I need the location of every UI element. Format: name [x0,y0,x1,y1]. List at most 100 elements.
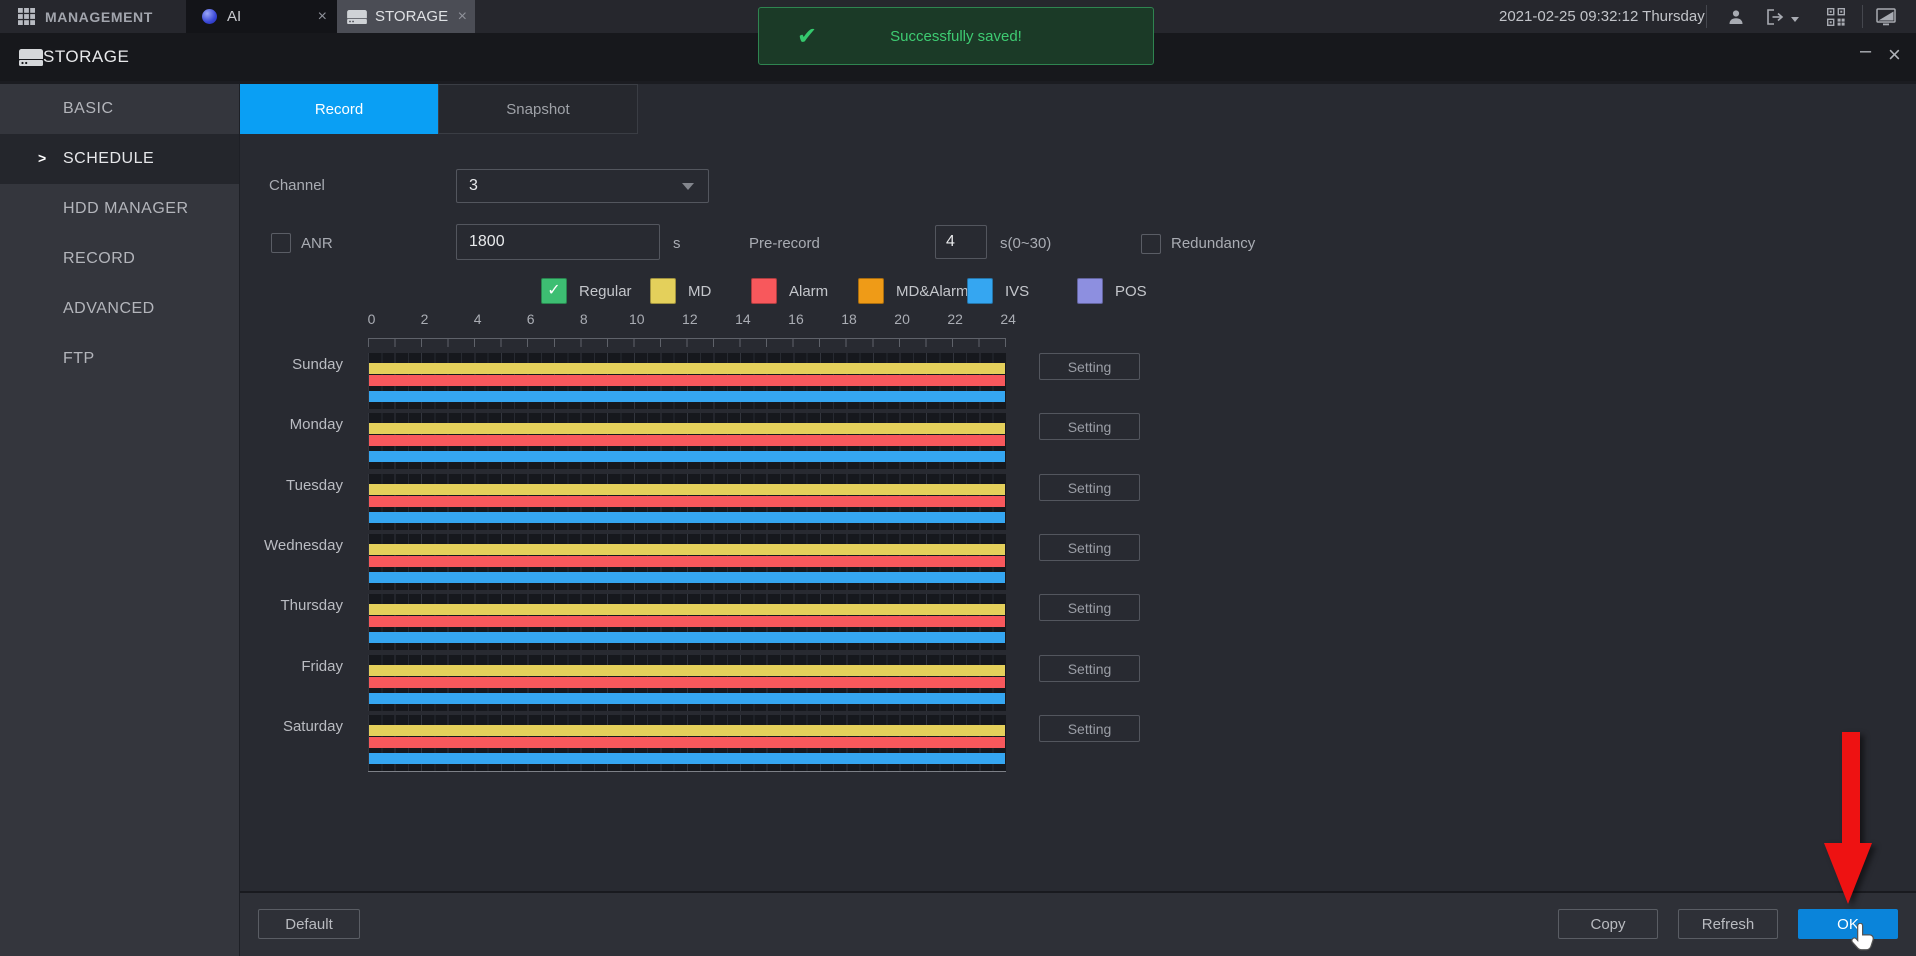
axis-tick-label: 8 [580,311,588,327]
sidebar-item-hdd-manager[interactable]: >HDD MANAGER [0,184,240,234]
ai-icon [202,9,217,24]
ai-tab-close-icon[interactable]: × [318,9,327,25]
storage-tab-close-icon[interactable]: × [458,9,467,25]
legend-checkbox-md[interactable] [650,278,676,304]
footer-bar [240,891,1916,956]
axis-tick-label: 14 [735,311,751,327]
legend-checkbox-md-alarm[interactable] [858,278,884,304]
schedule-track-wednesday[interactable] [368,534,1006,590]
active-item-arrow-icon: > [38,134,46,184]
sidebar-item-label: FTP [63,334,95,384]
top-tab-storage[interactable]: STORAGE × [337,0,475,33]
toast-message: Successfully saved! [759,8,1153,64]
logout-button[interactable] [1766,0,1799,33]
time-ruler [368,338,1006,347]
tab-snapshot[interactable]: Snapshot [438,84,638,134]
schedule-track-tuesday[interactable] [368,474,1006,530]
topbar-separator [1862,5,1863,28]
setting-button-saturday[interactable]: Setting [1039,715,1140,742]
hand-cursor-icon [1849,923,1875,954]
sidebar-item-schedule[interactable]: >SCHEDULE [0,134,240,184]
display-output-button[interactable] [1876,0,1896,33]
storage-tab-label: STORAGE [375,8,448,25]
schedule-bar-md [369,484,1005,495]
schedule-bar-ivs [369,512,1005,523]
day-label-wednesday: Wednesday [140,537,343,554]
chevron-down-icon [682,183,694,190]
close-button[interactable]: × [1888,44,1901,66]
setting-button-monday[interactable]: Setting [1039,413,1140,440]
schedule-bar-ivs [369,451,1005,462]
sidebar-item-advanced[interactable]: >ADVANCED [0,284,240,334]
top-tab-ai[interactable]: AI × [186,0,337,33]
setting-button-tuesday[interactable]: Setting [1039,474,1140,501]
legend-checkbox-alarm[interactable] [751,278,777,304]
success-toast: ✔ Successfully saved! [758,7,1154,65]
legend-label: Alarm [789,283,828,300]
sidebar-item-label: ADVANCED [63,284,155,334]
ok-button[interactable]: OK [1798,909,1898,939]
qr-code-icon [1827,8,1845,26]
qr-code-button[interactable] [1827,0,1845,33]
schedule-bar-alarm [369,556,1005,567]
anr-checkbox[interactable] [271,233,291,253]
copy-button[interactable]: Copy [1558,909,1658,939]
schedule-bar-ivs [369,632,1005,643]
legend-label: Regular [579,283,632,300]
anr-input[interactable] [456,224,660,260]
schedule-track-saturday[interactable] [368,715,1006,771]
arrow-head-icon [1824,843,1872,904]
anr-unit-label: s [673,235,681,252]
schedule-track-friday[interactable] [368,655,1006,711]
setting-button-friday[interactable]: Setting [1039,655,1140,682]
prerecord-input[interactable] [935,225,987,259]
minimize-button[interactable]: – [1860,40,1871,63]
schedule-bar-md [369,544,1005,555]
setting-button-sunday[interactable]: Setting [1039,353,1140,380]
axis-tick-label: 4 [474,311,482,327]
sidebar-item-label: HDD MANAGER [63,184,189,234]
schedule-track-thursday[interactable] [368,594,1006,650]
redundancy-checkbox[interactable] [1141,234,1161,254]
legend-checkbox-pos[interactable] [1077,278,1103,304]
app-root: MANAGEMENT AI × STORAGE × 2021-02-25 09:… [0,0,1916,956]
axis-tick-label: 0 [368,311,376,327]
legend-label: POS [1115,283,1147,300]
sidebar-item-label: RECORD [63,234,135,284]
day-label-tuesday: Tuesday [140,477,343,494]
sidebar: >BASIC>SCHEDULE>HDD MANAGER>RECORD>ADVAN… [0,84,240,956]
axis-tick-label: 6 [527,311,535,327]
legend-label: MD [688,283,711,300]
day-label-friday: Friday [140,658,343,675]
monitor-icon [1876,8,1896,26]
legend-checkbox-ivs[interactable] [967,278,993,304]
schedule-bar-alarm [369,375,1005,386]
axis-tick-label: 2 [421,311,429,327]
chart-baseline [368,771,1006,772]
redundancy-label: Redundancy [1171,235,1255,252]
schedule-bar-md [369,665,1005,676]
management-label: MANAGEMENT [45,9,153,25]
schedule-track-sunday[interactable] [368,353,1006,409]
axis-tick-label: 12 [682,311,698,327]
refresh-button[interactable]: Refresh [1678,909,1778,939]
default-button[interactable]: Default [258,909,360,939]
sidebar-item-basic[interactable]: >BASIC [0,84,240,134]
sidebar-item-record[interactable]: >RECORD [0,234,240,284]
axis-tick-label: 18 [841,311,857,327]
prerecord-label: Pre-record [749,235,820,252]
schedule-bar-alarm [369,616,1005,627]
channel-dropdown[interactable]: 3 [456,169,709,203]
legend-checkbox-regular[interactable]: ✓ [541,278,567,304]
storage-window-icon [19,49,43,66]
management-menu[interactable]: MANAGEMENT [0,0,186,33]
setting-button-wednesday[interactable]: Setting [1039,534,1140,561]
legend-label: MD&Alarm [896,283,969,300]
anr-label: ANR [301,235,333,252]
schedule-bar-ivs [369,572,1005,583]
tab-record[interactable]: Record [240,84,438,134]
setting-button-thursday[interactable]: Setting [1039,594,1140,621]
checkmark-icon: ✓ [547,283,560,299]
schedule-track-monday[interactable] [368,413,1006,469]
user-button[interactable] [1727,0,1745,33]
